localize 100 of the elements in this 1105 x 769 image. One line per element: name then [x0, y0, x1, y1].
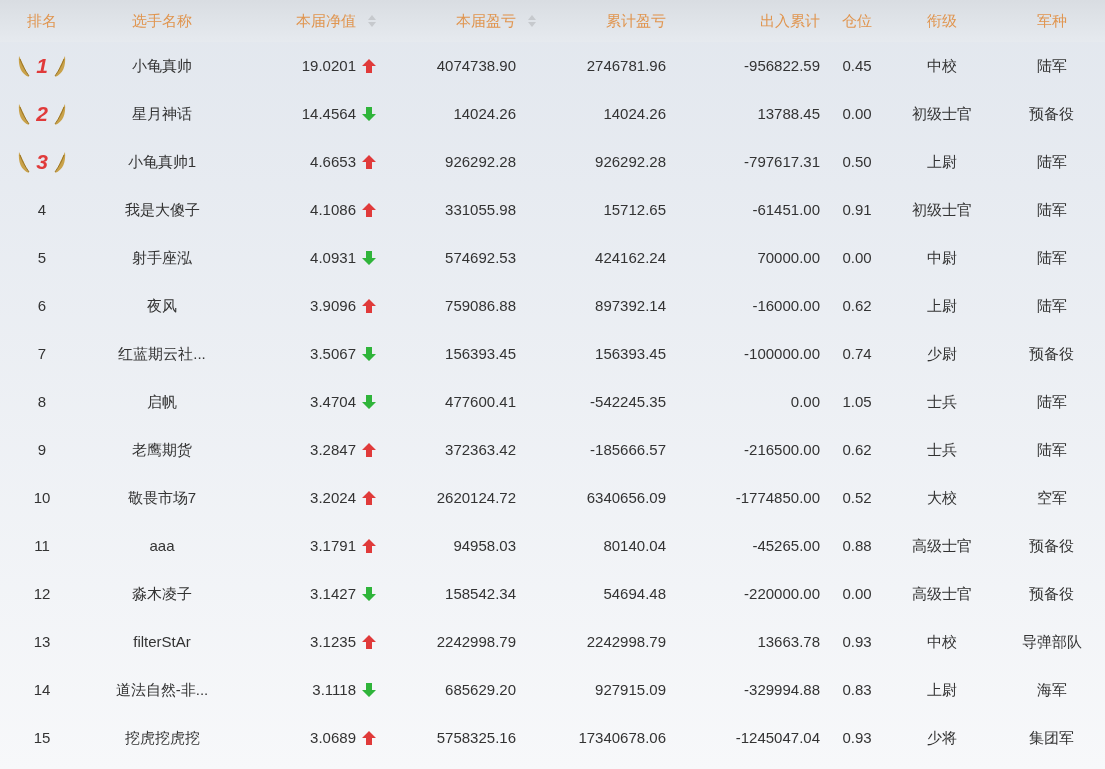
rank-number: 11 [34, 535, 50, 556]
table-cell-text: -100000.00 [744, 343, 820, 364]
table-cell-text: 2746781.96 [586, 55, 666, 76]
rank-number: 7 [37, 343, 47, 364]
column-header: 出入累计 [760, 10, 820, 31]
table-cell-text: 预备役 [1029, 343, 1074, 364]
table-cell-text: 空军 [1036, 487, 1067, 508]
table-cell-text: 3.9096 [310, 295, 356, 316]
table-cell-text: 少将 [927, 727, 957, 748]
table-cell-text: 高级士官 [912, 583, 972, 604]
table-cell-text: 158542.34 [445, 583, 516, 604]
table-cell[interactable]: 启帆 [147, 390, 177, 414]
table-cell[interactable]: aaa [149, 534, 175, 558]
table-cell-text: 大校 [927, 487, 957, 508]
table-cell-text: 集团军 [1029, 727, 1074, 748]
table-cell-text: -185666.57 [590, 439, 666, 460]
table-cell-text: 士兵 [927, 439, 957, 460]
laurel-icon [53, 102, 67, 126]
table-cell-text: 926292.28 [595, 151, 666, 172]
table-cell-text: 预备役 [1029, 103, 1074, 124]
table-cell-text: 上尉 [927, 295, 957, 316]
table-cell-text: 3.1427 [310, 583, 356, 604]
table-cell-text: -1774850.00 [735, 487, 820, 508]
table-cell[interactable]: 敬畏市场7 [127, 486, 197, 510]
table-cell-text: 士兵 [927, 391, 957, 412]
table-cell[interactable]: 红蓝期云社... [118, 342, 206, 366]
table-cell-text: 3.0689 [310, 727, 356, 748]
table-cell-text: 13788.45 [757, 103, 820, 124]
table-cell-text: -16000.00 [752, 295, 820, 316]
table-cell-text: 导弹部队 [1021, 631, 1082, 652]
table-cell[interactable]: 小龟真帅1 [127, 150, 197, 174]
table-cell-text: -956822.59 [744, 55, 820, 76]
table-cell-text: 预备役 [1029, 535, 1074, 556]
table-cell-text: 0.50 [842, 151, 872, 172]
column-header: 排名 [27, 10, 57, 31]
table-cell-text: 156393.45 [445, 343, 516, 364]
table-cell[interactable]: 道法自然-非... [115, 678, 209, 702]
table-cell[interactable]: 我是大傻子 [124, 198, 200, 222]
table-cell-text: 上尉 [927, 151, 957, 172]
column-header: 累计盈亏 [606, 10, 666, 31]
table-cell-text: 15712.65 [603, 199, 666, 220]
table-cell-text: -797617.31 [744, 151, 820, 172]
table-cell-text: 陆军 [1036, 295, 1067, 316]
column-header: 选手名称 [132, 10, 192, 31]
laurel-icon [53, 54, 67, 78]
table-cell-text: 685629.20 [445, 679, 516, 700]
table-cell[interactable]: 淼木凌子 [132, 582, 192, 606]
laurel-icon [17, 54, 31, 78]
rank-number: 14 [33, 679, 51, 700]
column-header: 衔级 [927, 10, 957, 31]
table-cell-text: 3.2847 [310, 439, 356, 460]
rank-number: 2 [35, 101, 49, 128]
table-cell-text: 477600.41 [445, 391, 516, 412]
table-cell-text: 3.1791 [310, 535, 356, 556]
table-cell-text: 17340678.06 [578, 727, 666, 748]
table-cell[interactable]: 老鹰期货 [132, 438, 192, 462]
sort-icon[interactable] [368, 15, 376, 27]
table-cell-text: 3.2024 [310, 487, 356, 508]
laurel-icon [53, 150, 67, 174]
table-cell-text: 陆军 [1036, 55, 1067, 76]
table-cell-text: 3.1118 [312, 679, 356, 700]
table-cell-text: 0.88 [842, 535, 872, 556]
table-cell-text: -45265.00 [752, 535, 820, 556]
table-cell-text: 0.93 [842, 727, 872, 748]
table-cell-text: 54694.48 [603, 583, 666, 604]
table-cell-text: 3.1235 [310, 631, 356, 652]
table-cell-text: -542245.35 [590, 391, 666, 412]
table-cell-text: 4.6653 [310, 151, 356, 172]
table-cell-text: 0.00 [842, 583, 872, 604]
table-cell-text: -1245047.04 [735, 727, 820, 748]
table-cell-text: 926292.28 [445, 151, 516, 172]
table-cell-text: 14024.26 [453, 103, 516, 124]
table-cell[interactable]: filterStAr [133, 630, 191, 654]
rank-number: 3 [35, 149, 49, 176]
table-cell-text: 0.62 [842, 295, 872, 316]
table-cell-text: 1.05 [842, 391, 872, 412]
table-cell-text: 14.4564 [301, 103, 356, 124]
table-cell[interactable]: 挖虎挖虎挖 [124, 726, 200, 750]
table-cell-text: 6340656.09 [586, 487, 666, 508]
table-cell[interactable]: 射手座泓 [132, 246, 192, 270]
rank-number: 6 [37, 295, 47, 316]
table-cell-text: 0.62 [842, 439, 872, 460]
table-cell-text: 中校 [927, 55, 957, 76]
table-cell-text: 中尉 [927, 247, 957, 268]
table-cell-text: 156393.45 [595, 343, 666, 364]
table-cell[interactable]: 夜风 [147, 294, 177, 318]
table-cell-text: 14024.26 [603, 103, 666, 124]
table-cell[interactable]: 小龟真帅 [132, 54, 192, 78]
table-cell-text: 0.83 [842, 679, 872, 700]
table-cell-text: 80140.04 [603, 535, 666, 556]
table-cell-text: 70000.00 [757, 247, 820, 268]
table-cell[interactable]: 星月神话 [132, 102, 192, 126]
table-cell-text: 2242998.79 [436, 631, 516, 652]
sort-icon[interactable] [528, 15, 536, 27]
table-cell-text: 4.1086 [310, 199, 356, 220]
table-cell-text: 中校 [927, 631, 957, 652]
table-cell-text: 高级士官 [912, 535, 972, 556]
table-cell-text: 0.00 [842, 247, 872, 268]
table-cell-text: 陆军 [1036, 391, 1067, 412]
table-cell-text: 预备役 [1029, 583, 1074, 604]
